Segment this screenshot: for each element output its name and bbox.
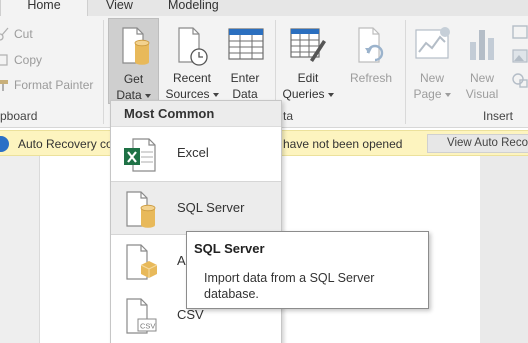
get-data-label-1: Get [123, 72, 144, 86]
edit-queries-label-2: Queries [282, 87, 325, 101]
new-visual-label-1: New [469, 71, 494, 85]
clipboard-group-label: pboard [0, 109, 38, 123]
dropdown-item-sql-server[interactable]: SQL Server [111, 181, 281, 235]
tab-home[interactable]: Home [0, 0, 88, 16]
new-page-label-2: Page [413, 87, 442, 101]
dropdown-item-excel[interactable]: Excel [111, 127, 281, 181]
tab-view[interactable]: View [106, 0, 133, 16]
tab-modeling-label: Modeling [168, 0, 219, 12]
copy-icon [0, 53, 10, 67]
new-page-icon [415, 27, 450, 59]
chevron-down-icon [444, 92, 451, 97]
analysis-services-icon [126, 244, 158, 280]
edit-queries-icon [290, 28, 326, 62]
enter-data-label-1: Enter [230, 71, 260, 85]
tab-modeling[interactable]: Modeling [168, 0, 219, 16]
copy-label: Copy [14, 53, 43, 67]
view-auto-recovery-label: View Auto Recove [447, 137, 528, 149]
enter-data-button[interactable]: Enter Data [223, 18, 267, 104]
get-data-icon [122, 27, 150, 65]
dropdown-header: Most Common [111, 101, 281, 127]
group-separator [405, 20, 406, 124]
ribbon-tab-strip: Home View Modeling [0, 0, 528, 16]
insert-group-label: Insert [483, 109, 514, 123]
scissors-icon [0, 27, 10, 41]
new-visual-label-2: Visual [465, 87, 499, 101]
refresh-label: Refresh [349, 71, 393, 85]
excel-label: Excel [177, 145, 209, 160]
excel-icon [124, 138, 156, 172]
csv-icon: CSV [126, 298, 157, 334]
image-icon[interactable] [512, 48, 528, 64]
recent-sources-label-1: Recent [172, 71, 212, 85]
chevron-down-icon [327, 92, 334, 97]
refresh-icon [358, 27, 384, 63]
tooltip-title: SQL Server [194, 241, 265, 256]
new-visual-icon [470, 30, 494, 60]
format-painter-label: Format Painter [14, 78, 94, 92]
recent-sources-button[interactable]: Recent Sources [163, 18, 221, 104]
new-page-button[interactable]: New Page [408, 18, 456, 104]
auto-recovery-message-end: have not been opened [283, 137, 403, 151]
edit-queries-label-1: Edit [297, 71, 319, 85]
info-icon [0, 136, 9, 152]
table-icon [228, 28, 264, 60]
text-box-icon[interactable] [512, 24, 528, 40]
svg-text:CSV: CSV [140, 322, 155, 331]
copy-button[interactable]: Copy [0, 50, 42, 70]
sql-server-label: SQL Server [177, 200, 245, 215]
format-painter-button[interactable]: Format Painter [0, 75, 93, 95]
right-pane-strip [480, 156, 528, 343]
tab-view-label: View [106, 0, 133, 12]
recent-sources-icon [178, 27, 208, 66]
chevron-down-icon [144, 93, 151, 98]
chevron-down-icon [212, 92, 219, 97]
auto-recovery-message-start: Auto Recovery co [18, 137, 113, 151]
cut-label: Cut [14, 27, 33, 41]
sql-server-icon [126, 191, 156, 228]
get-data-button[interactable]: Get Data [108, 18, 159, 104]
recent-sources-label-2: Sources [165, 87, 210, 101]
external-data-group-label: ta [283, 109, 294, 123]
group-separator [103, 20, 104, 124]
new-page-label-1: New [419, 71, 444, 85]
new-visual-button[interactable]: New Visual [459, 18, 505, 104]
format-painter-icon [0, 78, 10, 92]
refresh-button[interactable]: Refresh [342, 18, 400, 104]
shapes-icon[interactable] [512, 72, 528, 88]
view-auto-recovery-button[interactable]: View Auto Recove [427, 134, 528, 153]
sql-server-tooltip: SQL Server Import data from a SQL Server… [186, 231, 429, 309]
csv-label: CSV [177, 307, 204, 322]
tab-home-label: Home [27, 0, 61, 12]
cut-button[interactable]: Cut [0, 24, 33, 44]
left-nav-strip [0, 156, 40, 343]
edit-queries-button[interactable]: Edit Queries [277, 18, 339, 104]
tooltip-body: Import data from a SQL Server database. [204, 271, 375, 301]
